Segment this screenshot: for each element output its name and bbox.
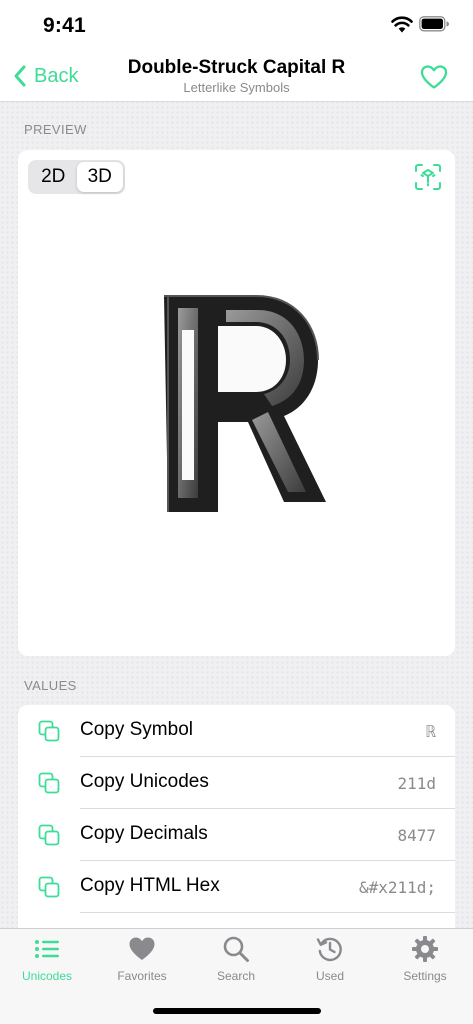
- row-value: 8477: [397, 826, 436, 845]
- symbol-3d-render: [164, 295, 326, 512]
- tab-label: Used: [315, 969, 344, 983]
- back-button[interactable]: Back: [12, 62, 78, 90]
- row-label: Copy Decimals: [80, 823, 208, 844]
- row-label: Copy Unicodes: [80, 771, 209, 792]
- battery-icon: [419, 16, 449, 32]
- copy-icon: [38, 720, 60, 742]
- preview-card: 2D 3D: [18, 150, 455, 656]
- history-icon: [316, 937, 342, 962]
- mode-segmented-control: 2D 3D: [28, 160, 125, 194]
- copy-decimals-row[interactable]: Copy Decimals 8477: [18, 809, 455, 861]
- status-bar: 9:41: [0, 0, 473, 50]
- mode-3d-segment[interactable]: 3D: [76, 162, 123, 192]
- tab-settings[interactable]: Settings: [390, 935, 460, 991]
- values-list: Copy Symbol ℝ Copy Unicodes 211d Copy De…: [18, 705, 455, 930]
- tab-used[interactable]: Used: [295, 935, 365, 991]
- copy-html-hex-row[interactable]: Copy HTML Hex &#x211d;: [18, 861, 455, 913]
- row-value: &#x211d;: [358, 878, 436, 897]
- wifi-icon: [391, 16, 413, 33]
- copy-icon: [38, 876, 60, 898]
- copy-icon: [38, 824, 60, 846]
- tab-label: Search: [216, 969, 256, 983]
- copy-symbol-row[interactable]: Copy Symbol ℝ: [18, 705, 455, 757]
- values-section-header: VALUES: [24, 678, 77, 693]
- row-label: Copy HTML Hex: [80, 875, 220, 896]
- copy-unicodes-row[interactable]: Copy Unicodes 211d: [18, 757, 455, 809]
- ar-view-icon[interactable]: [414, 163, 442, 191]
- tab-label: Settings: [403, 969, 447, 983]
- page-title: Double-Struck Capital R: [127, 57, 346, 78]
- tab-favorites[interactable]: Favorites: [107, 935, 177, 991]
- tab-search[interactable]: Search: [201, 935, 271, 991]
- row-value: 211d: [397, 774, 436, 793]
- tab-unicodes[interactable]: Unicodes: [12, 935, 82, 991]
- navigation-bar: Back Double-Struck Capital R Letterlike …: [0, 50, 473, 102]
- list-icon: [35, 940, 59, 958]
- mode-2d-segment[interactable]: 2D: [30, 162, 77, 192]
- row-divider: [80, 912, 455, 913]
- back-label: Back: [34, 64, 79, 87]
- row-label: Copy Symbol: [80, 719, 193, 740]
- gear-icon: [412, 936, 438, 962]
- row-value: ℝ: [426, 722, 436, 741]
- heart-icon: [129, 937, 155, 960]
- heart-outline-icon[interactable]: [420, 64, 448, 90]
- preview-section-header: PREVIEW: [24, 122, 87, 137]
- copy-icon: [38, 772, 60, 794]
- tab-label: Favorites: [117, 969, 167, 983]
- chevron-left-icon: [14, 65, 26, 87]
- home-indicator: [153, 1008, 321, 1014]
- magnifier-icon: [223, 936, 249, 962]
- tab-label: Unicodes: [21, 969, 73, 983]
- page-subtitle: Letterlike Symbols: [183, 80, 290, 95]
- status-time: 9:41: [43, 14, 86, 37]
